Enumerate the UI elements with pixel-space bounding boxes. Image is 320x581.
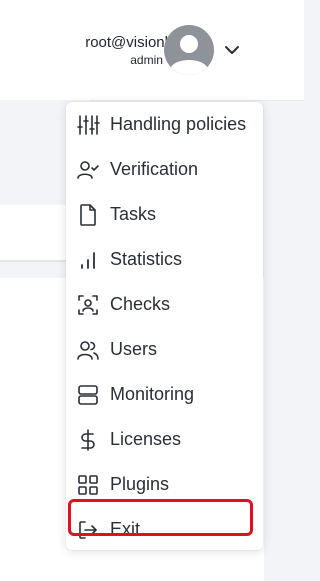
menu-item-label: Statistics [110, 249, 183, 269]
server-icon [76, 383, 100, 407]
menu-item-exit[interactable]: Exit [66, 499, 263, 552]
menu-item-checks[interactable]: Checks [66, 282, 263, 327]
bar-chart-icon [76, 248, 100, 272]
menu-item-statistics[interactable]: Statistics [66, 237, 263, 282]
menu-item-label: Verification [110, 159, 199, 179]
logout-icon [76, 518, 100, 542]
menu-item-plugins[interactable]: Plugins [66, 462, 263, 507]
users-icon [76, 338, 100, 362]
menu-item-label: Exit [110, 519, 141, 539]
menu-item-label: Plugins [110, 474, 170, 494]
sliders-icon [76, 113, 100, 137]
menu-item-monitoring[interactable]: Monitoring [66, 372, 263, 417]
face-scan-icon [76, 293, 100, 317]
chevron-down-icon[interactable] [222, 40, 242, 60]
dollar-icon [76, 428, 100, 452]
avatar[interactable] [164, 25, 214, 75]
user-dropdown-menu: Handling policies Verification Tasks Sta… [66, 102, 263, 550]
menu-item-label: Handling policies [110, 114, 247, 134]
user-avatar-icon [170, 35, 208, 75]
background-gutter [264, 278, 304, 581]
menu-item-label: Checks [110, 294, 171, 314]
top-header: root@visionlabs.ai admin [0, 0, 304, 101]
menu-item-tasks[interactable]: Tasks [66, 192, 263, 237]
menu-item-verification[interactable]: Verification [66, 147, 263, 192]
menu-item-label: Licenses [110, 429, 182, 449]
user-check-icon [76, 158, 100, 182]
menu-item-handling-policies[interactable]: Handling policies [66, 102, 263, 147]
menu-item-licenses[interactable]: Licenses [66, 417, 263, 462]
grid-icon [76, 473, 100, 497]
menu-item-label: Tasks [110, 204, 157, 224]
file-icon [76, 203, 100, 227]
menu-item-label: Monitoring [110, 384, 195, 404]
menu-item-label: Users [110, 339, 158, 359]
menu-item-users[interactable]: Users [66, 327, 263, 372]
